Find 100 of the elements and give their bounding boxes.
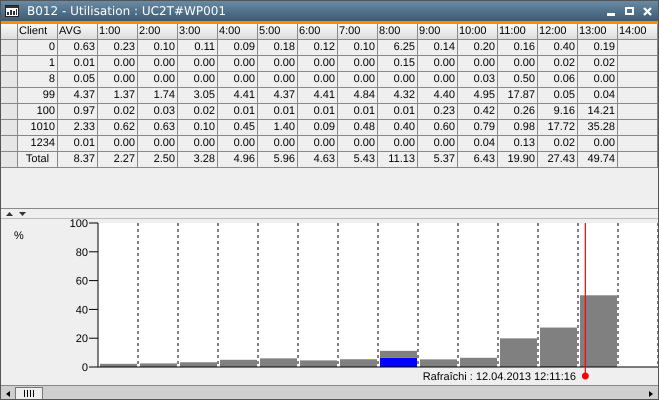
table-cell: 0.00 [138, 72, 178, 88]
column-header[interactable]: 9:00 [418, 24, 458, 40]
table-cell: 4.95 [458, 88, 498, 104]
table-cell: 3.28 [178, 152, 218, 168]
column-header[interactable]: 11:00 [498, 24, 538, 40]
table-cell: 1 [18, 56, 58, 72]
table-cell: 4.41 [298, 88, 338, 104]
column-header[interactable]: 3:00 [178, 24, 218, 40]
table-cell: 0.00 [418, 56, 458, 72]
row-header[interactable] [1, 40, 18, 56]
column-header[interactable]: 10:00 [458, 24, 498, 40]
table-cell: 0.00 [98, 56, 138, 72]
table-cell: 4.63 [298, 152, 338, 168]
table-cell: 0.00 [498, 56, 538, 72]
table-cell: 0.00 [578, 72, 618, 88]
table-cell: 4.40 [418, 88, 458, 104]
table-cell: 0.16 [498, 40, 538, 56]
table-cell: 0.40 [538, 40, 578, 56]
table-cell: 1234 [18, 136, 58, 152]
row-header[interactable] [1, 152, 18, 168]
expand-down-icon[interactable] [19, 212, 26, 216]
table-cell: 0.01 [218, 104, 258, 120]
table-cell: 3.05 [178, 88, 218, 104]
collapse-up-icon[interactable] [6, 212, 13, 216]
row-header[interactable] [1, 136, 18, 152]
table-cell: 0.00 [258, 72, 298, 88]
row-header[interactable] [1, 120, 18, 136]
table-cell: 14.21 [578, 104, 618, 120]
table-cell: 2.50 [138, 152, 178, 168]
table-cell: 0.00 [178, 72, 218, 88]
horizontal-scrollbar[interactable] [1, 385, 658, 399]
row-header[interactable] [1, 56, 18, 72]
bar-segment [500, 338, 537, 367]
table-cell: 0.00 [338, 56, 378, 72]
table-cell: 0.01 [298, 104, 338, 120]
column-header[interactable]: Client [18, 24, 58, 40]
table-cell: 0.23 [418, 104, 458, 120]
table-cell: 0.12 [298, 40, 338, 56]
bar-segment [580, 295, 617, 367]
bar-segment [540, 328, 577, 366]
column-header[interactable]: 14:00 [618, 24, 658, 40]
column-header[interactable]: 6:00 [298, 24, 338, 40]
table-cell: 49.74 [578, 152, 618, 168]
y-axis-label: % [14, 230, 24, 242]
y-tick-label: 20 [76, 333, 88, 346]
table-cell: 0.00 [338, 72, 378, 88]
table-cell: 0.97 [58, 104, 98, 120]
table-cell: 4.84 [338, 88, 378, 104]
table-cell: 0.45 [218, 120, 258, 136]
table-cell: 9.16 [538, 104, 578, 120]
table-cell: 0.05 [58, 72, 98, 88]
table-cell: 0.00 [218, 72, 258, 88]
table-cell: 0.62 [98, 120, 138, 136]
table-cell: 17.87 [498, 88, 538, 104]
refresh-time: Rafraîchi : 12.04.2013 12:11:16 [422, 371, 576, 383]
bar-segment [100, 364, 137, 367]
table-cell: 27.43 [538, 152, 578, 168]
table-cell: 0.26 [498, 104, 538, 120]
maximize-button[interactable] [622, 4, 636, 18]
column-header[interactable]: 1:00 [98, 24, 138, 40]
table-cell: 4.96 [218, 152, 258, 168]
close-button[interactable] [640, 4, 654, 18]
table-cell: 0.00 [178, 56, 218, 72]
chart-icon [5, 5, 19, 17]
table-cell: 0.40 [378, 120, 418, 136]
table-cell: 0.01 [258, 104, 298, 120]
bar-segment [180, 362, 217, 367]
table-cell: 0.02 [538, 56, 578, 72]
row-header[interactable] [1, 104, 18, 120]
scroll-thumb[interactable] [15, 386, 43, 399]
column-header[interactable]: 8:00 [378, 24, 418, 40]
table-cell: 4.37 [58, 88, 98, 104]
row-header[interactable] [1, 88, 18, 104]
table-cell: 0.11 [178, 40, 218, 56]
table-cell: 0.15 [378, 56, 418, 72]
table-cell: 0.09 [218, 40, 258, 56]
table-cell: 100 [18, 104, 58, 120]
column-header[interactable]: 7:00 [338, 24, 378, 40]
table-cell: 1.37 [98, 88, 138, 104]
column-header[interactable]: AVG [58, 24, 98, 40]
table-cell: 0.05 [538, 88, 578, 104]
table-cell: 0.00 [418, 72, 458, 88]
table-cell: 0.00 [138, 136, 178, 152]
table-cell: 0.98 [498, 120, 538, 136]
column-header[interactable]: 2:00 [138, 24, 178, 40]
table-cell: 0.48 [338, 120, 378, 136]
column-header[interactable]: 12:00 [538, 24, 578, 40]
table-cell: 0.42 [458, 104, 498, 120]
row-header[interactable] [1, 72, 18, 88]
column-header[interactable]: 4:00 [218, 24, 258, 40]
column-header[interactable]: 13:00 [578, 24, 618, 40]
table-cell: 1.40 [258, 120, 298, 136]
column-header[interactable]: 5:00 [258, 24, 298, 40]
table-cell: 0.00 [138, 56, 178, 72]
table-cell: 0.00 [298, 72, 338, 88]
table-cell: 2.27 [98, 152, 138, 168]
table-cell: 0.00 [378, 136, 418, 152]
table-cell: 0.02 [538, 136, 578, 152]
table-cell: 99 [18, 88, 58, 104]
table-cell: 0.00 [418, 136, 458, 152]
